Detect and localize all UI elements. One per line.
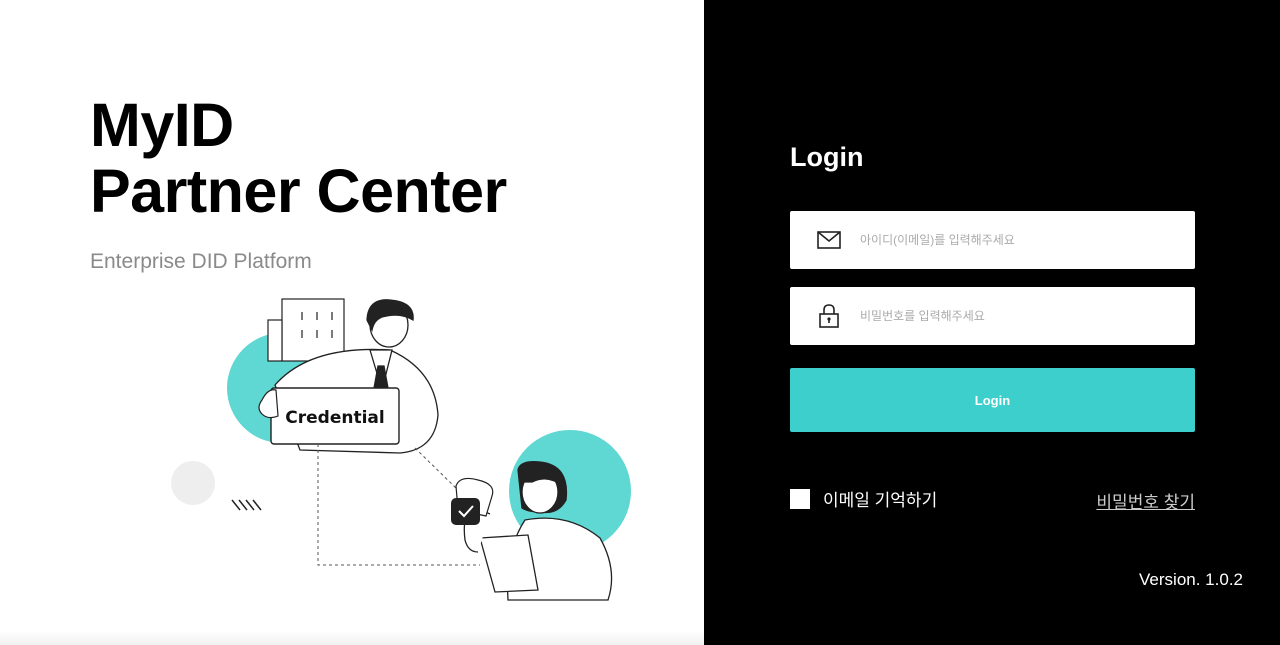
- lock-icon: [817, 304, 841, 328]
- login-button[interactable]: Login: [790, 368, 1195, 432]
- remember-email[interactable]: 이메일 기억하기: [790, 486, 937, 511]
- login-panel: Login Login 이메일 기억하기 비밀번호 찾기 Version. 1.…: [704, 0, 1280, 645]
- title-line-2: Partner Center: [90, 157, 507, 225]
- email-input[interactable]: [858, 210, 1195, 270]
- subtitle: Enterprise DID Platform: [90, 250, 312, 273]
- brand-panel: MyID Partner Center Enterprise DID Platf…: [0, 0, 704, 645]
- password-input[interactable]: [858, 286, 1195, 346]
- hero-illustration: Credential: [171, 298, 631, 601]
- title-line-1: MyID: [90, 91, 234, 159]
- building-icon: [267, 298, 345, 362]
- page-title: MyID Partner Center: [90, 92, 507, 224]
- version-text: Version. 1.0.2: [1139, 570, 1243, 589]
- remember-email-label: 이메일 기억하기: [823, 491, 938, 510]
- credential-text: Credential: [285, 408, 384, 428]
- remember-email-checkbox[interactable]: [790, 488, 810, 509]
- decor-circle-gray: [171, 461, 215, 505]
- decor-strokes: [231, 499, 262, 511]
- password-field[interactable]: [790, 286, 1195, 346]
- email-field[interactable]: [790, 210, 1195, 270]
- mail-icon: [817, 228, 841, 252]
- credential-card: Credential: [258, 387, 400, 445]
- panel-shadow: [0, 631, 704, 645]
- find-password-link[interactable]: 비밀번호 찾기: [1096, 488, 1195, 513]
- login-title: Login: [790, 142, 864, 172]
